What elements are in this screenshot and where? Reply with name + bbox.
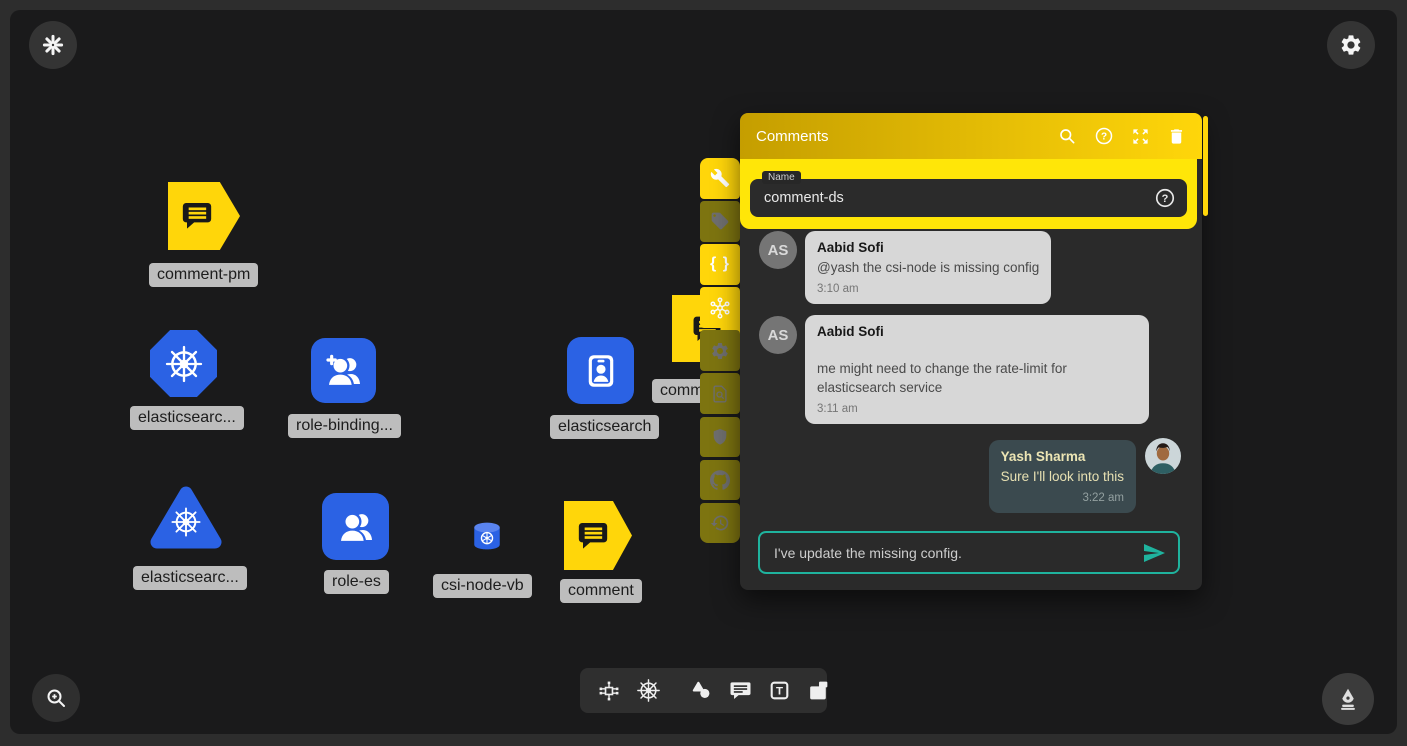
node-elasticsearch-badge[interactable] (567, 337, 634, 404)
comment-tool-icon[interactable] (728, 678, 753, 703)
comment-text: @yash the csi-node is missing config (817, 258, 1039, 277)
github-tool-button[interactable] (700, 460, 740, 501)
tag-tool-button[interactable] (700, 201, 740, 242)
comment-input-wrap (758, 531, 1180, 574)
trash-icon[interactable] (1167, 127, 1186, 146)
shapes-icon[interactable] (689, 678, 714, 703)
comment-bubble: Yash Sharma Sure I'll look into this 3:2… (989, 440, 1136, 513)
comment-text: Sure I'll look into this (1001, 467, 1124, 486)
help-icon[interactable] (1094, 126, 1114, 146)
node-config-section: Name (740, 159, 1197, 229)
kubernetes-icon[interactable] (636, 678, 661, 703)
node-label[interactable]: comment (560, 579, 642, 603)
gear-icon (1339, 33, 1363, 57)
name-field-wrap: Name (750, 179, 1187, 217)
avatar-photo (1145, 438, 1181, 474)
node-label[interactable]: elasticsearc... (133, 566, 247, 590)
tag-icon (710, 211, 730, 231)
comment-time: 3:10 am (817, 283, 1039, 295)
avatar: AS (759, 231, 797, 269)
canvas-bottom-toolbar (580, 668, 827, 713)
github-icon (710, 470, 730, 490)
gear-icon (710, 341, 730, 361)
text-tool-icon[interactable] (767, 678, 792, 703)
doc-search-icon (710, 384, 730, 404)
name-input[interactable] (750, 190, 1154, 206)
image-tool-icon[interactable] (806, 678, 831, 703)
field-help-icon[interactable] (1154, 187, 1176, 209)
comment-input[interactable] (760, 545, 1142, 561)
history-icon (710, 513, 730, 533)
gear-tool-button[interactable] (700, 330, 740, 371)
comment-author: Aabid Sofi (817, 324, 1137, 339)
kubernetes-asterisk-icon (41, 33, 65, 57)
braces-icon: { } (710, 255, 730, 273)
comment-bubble: Aabid Sofi me might need to change the r… (805, 315, 1149, 424)
mesh-hub-icon (708, 296, 732, 320)
panel-scrollbar-thumb[interactable] (1203, 116, 1208, 216)
node-label[interactable]: csi-node-vb (433, 574, 532, 598)
wrench-icon (710, 168, 730, 188)
avatar: AS (759, 316, 797, 354)
role-binding-icon (324, 351, 364, 391)
braces-tool-button[interactable]: { } (700, 244, 740, 285)
node-role-binding[interactable] (311, 338, 376, 403)
comment-bubble: Aabid Sofi @yash the csi-node is missing… (805, 231, 1051, 304)
expand-icon[interactable] (1131, 127, 1150, 146)
settings-button[interactable] (1327, 21, 1375, 69)
search-icon[interactable] (1057, 126, 1077, 146)
shield-icon (710, 427, 730, 447)
doc-search-tool-button[interactable] (700, 373, 740, 414)
node-label[interactable]: role-es (324, 570, 389, 594)
pen-tool-button[interactable] (1322, 673, 1374, 725)
kubernetes-wheel-icon (164, 344, 204, 384)
comments-panel: Comments Name AS Aabid Sofi @yash the cs… (740, 113, 1202, 590)
node-label[interactable]: elasticsearc... (130, 406, 244, 430)
storage-cylinder-icon (470, 519, 504, 553)
comment-shape-icon (177, 196, 217, 236)
node-csi-node-vb[interactable] (470, 519, 504, 553)
comment-text: me might need to change the rate-limit f… (817, 359, 1137, 397)
node-label[interactable]: comment-pm (149, 263, 258, 287)
shield-tool-button[interactable] (700, 417, 740, 458)
pen-nib-icon (1335, 686, 1361, 712)
history-tool-button[interactable] (700, 503, 740, 544)
node-label[interactable]: role-binding... (288, 414, 401, 438)
comment-time: 3:11 am (817, 403, 1137, 415)
comment-author: Yash Sharma (1001, 449, 1124, 464)
zoom-button[interactable] (32, 674, 80, 722)
send-icon[interactable] (1142, 541, 1166, 565)
node-label[interactable]: elasticsearch (550, 415, 659, 439)
app-menu-button[interactable] (29, 21, 77, 69)
comment-time: 3:22 am (1001, 492, 1124, 504)
zoom-in-icon (44, 686, 68, 710)
triangle-shape (146, 482, 226, 554)
node-action-toolbar: { } (700, 158, 740, 543)
comment-shape-icon (573, 516, 613, 556)
panel-title: Comments (756, 128, 829, 145)
service-account-badge-icon (580, 350, 622, 392)
mesh-hub-tool-button[interactable] (700, 287, 740, 328)
kanvas-app: { "colors": { "accent_yellow": "#FFD60A"… (0, 0, 1407, 746)
flow-view-icon[interactable] (596, 678, 622, 704)
comment-author: Aabid Sofi (817, 240, 1039, 255)
name-field-label: Name (762, 171, 801, 184)
role-icon (336, 507, 376, 547)
wrench-tool-button[interactable] (700, 158, 740, 199)
node-role-es[interactable] (322, 493, 389, 560)
node-elasticsearch-triangle[interactable] (146, 482, 226, 554)
comments-panel-header[interactable]: Comments (740, 113, 1202, 159)
